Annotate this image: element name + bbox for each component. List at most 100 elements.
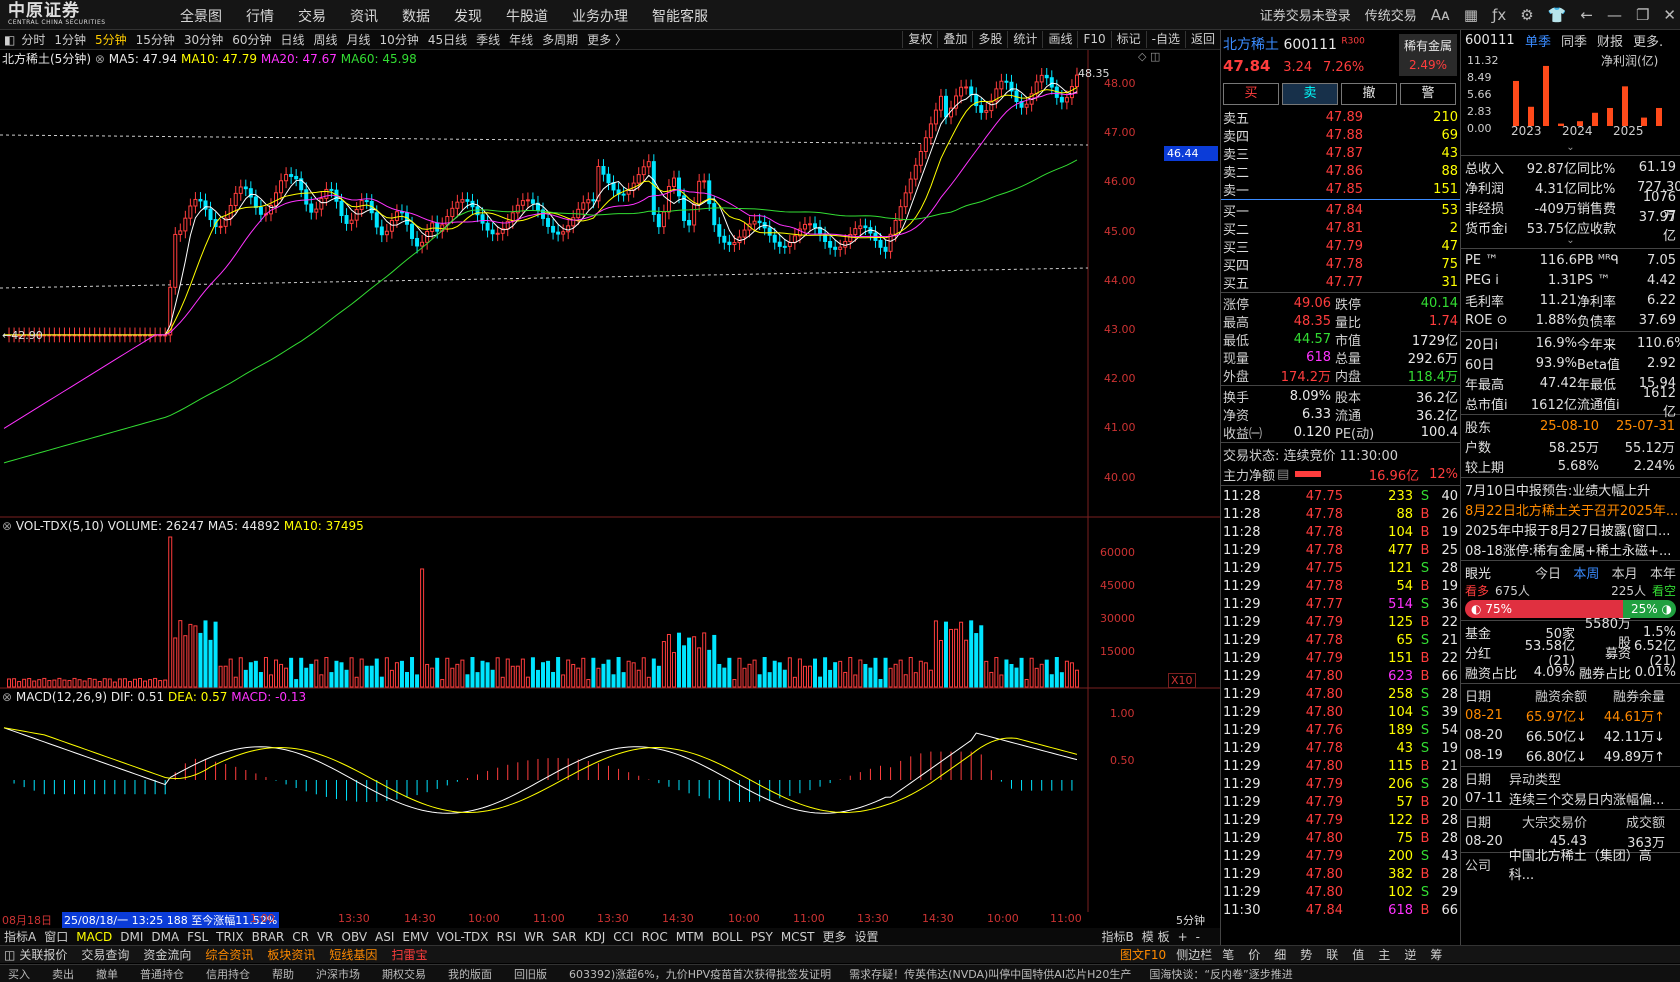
indicator-right-2[interactable]: + (1178, 930, 1188, 944)
eye-tab-0[interactable]: 今日 (1535, 563, 1561, 582)
chart-tool-2[interactable]: 多股 (972, 31, 1007, 48)
chart-tool-8[interactable]: 返回 (1184, 31, 1220, 48)
indicator-25[interactable]: 设置 (855, 928, 879, 945)
sell-button[interactable]: 卖 (1282, 83, 1338, 105)
period-tab-13[interactable]: 多周期 (542, 31, 578, 48)
indicator-14[interactable]: RSI (497, 930, 517, 944)
back-arrow-icon[interactable]: ← (1580, 6, 1593, 24)
chart-tool-7[interactable]: -自选 (1145, 31, 1185, 48)
status-item-9[interactable]: 回旧版 (514, 966, 547, 982)
chart-canvas[interactable] (0, 50, 1220, 912)
indicator-20[interactable]: MTM (676, 930, 704, 944)
indicator-8[interactable]: CR (292, 930, 309, 944)
period-tab-1[interactable]: 1分钟 (54, 31, 86, 48)
indicator-15[interactable]: WR (524, 930, 544, 944)
side-tab-9[interactable]: 逆 (1404, 946, 1416, 963)
sentiment-bar[interactable]: ◐ 75% 25% ◑ (1465, 600, 1676, 618)
info-tab-2[interactable]: 财报 (1597, 31, 1623, 50)
table-row[interactable]: 08-19 66.80亿↓ 49.89万↑ (1461, 745, 1680, 765)
bids-row[interactable]: 买四 47.78 75 (1221, 255, 1460, 274)
indicator-right-3[interactable]: - (1196, 930, 1200, 944)
status-item-0[interactable]: 买入 (8, 966, 30, 982)
chart-tool-6[interactable]: 标记 (1110, 31, 1146, 48)
period-tab-5[interactable]: 60分钟 (232, 31, 271, 48)
menu-item-3[interactable]: 资讯 (350, 6, 378, 26)
status-item-11[interactable]: 需求存疑！传英伟达(NVDA)叫停中国特供AI芯片H20生产 (849, 966, 1131, 982)
side-tab-6[interactable]: 联 (1326, 946, 1338, 963)
bottom-tab-0[interactable]: 关联报价 (19, 946, 67, 963)
status-item-2[interactable]: 撤单 (96, 966, 118, 982)
indicator-2[interactable]: MACD (76, 930, 112, 944)
indicator-9[interactable]: VR (317, 930, 334, 944)
sector-box[interactable]: 稀有金属 2.49% (1399, 34, 1457, 76)
bottom-tab-4[interactable]: 板块资讯 (267, 946, 315, 963)
indicator-17[interactable]: KDJ (585, 930, 606, 944)
classic-trade-link[interactable]: 传统交易 (1365, 5, 1417, 24)
close-indicator-icon[interactable]: ⊗ (95, 52, 105, 66)
period-tab-7[interactable]: 周线 (314, 31, 338, 48)
table-row[interactable]: 07-11 连续三个交易日内涨幅偏... (1461, 788, 1680, 808)
indicator-19[interactable]: ROC (642, 930, 668, 944)
side-tab-5[interactable]: 势 (1300, 946, 1312, 963)
bottom-tab-6[interactable]: 扫雷宝 (391, 946, 427, 963)
menu-item-8[interactable]: 智能客服 (652, 6, 708, 26)
info-tab-0[interactable]: 单季 (1525, 31, 1551, 50)
side-tab-2[interactable]: 笔 (1222, 946, 1234, 963)
minimize-icon[interactable]: — (1607, 6, 1622, 24)
status-item-10[interactable]: 603392)涨超6%，九价HPV疫苗首次获得批签发证明 (569, 966, 831, 982)
bids-row[interactable]: 买三 47.79 47 (1221, 237, 1460, 256)
status-item-1[interactable]: 卖出 (52, 966, 74, 982)
indicator-7[interactable]: BRAR (252, 930, 285, 944)
indicator-12[interactable]: EMV (402, 930, 428, 944)
company-row[interactable]: 公司 中国北方稀土（集团）高科... (1461, 849, 1680, 883)
indicator-13[interactable]: VOL-TDX (437, 930, 489, 944)
indicator-18[interactable]: CCI (613, 930, 633, 944)
status-item-7[interactable]: 期权交易 (382, 966, 426, 982)
status-item-5[interactable]: 帮助 (272, 966, 294, 982)
status-item-4[interactable]: 信用持仓 (206, 966, 250, 982)
indicator-0[interactable]: 指标A (4, 928, 36, 945)
news-item-3[interactable]: 08-18涨停:稀有金属+稀土永磁+... (1461, 539, 1680, 559)
side-tab-8[interactable]: 主 (1378, 946, 1390, 963)
alert-button[interactable]: 警 (1400, 83, 1456, 105)
grid-icon[interactable]: ▦ (1464, 6, 1478, 24)
indicator-10[interactable]: OBV (342, 930, 368, 944)
indicator-11[interactable]: ASI (375, 930, 394, 944)
period-tab-12[interactable]: 年线 (509, 31, 533, 48)
asks-row[interactable]: 卖四 47.88 69 (1221, 126, 1460, 145)
info-tab-3[interactable]: 更多. (1633, 31, 1663, 50)
status-item-8[interactable]: 我的版面 (448, 966, 492, 982)
asks-row[interactable]: 卖五 47.89 210 (1221, 108, 1460, 127)
chart-tool-4[interactable]: 画线 (1042, 31, 1077, 48)
side-tab-3[interactable]: 价 (1248, 946, 1260, 963)
indicator-23[interactable]: MCST (781, 930, 815, 944)
flow-toggle-icon[interactable]: ▤ (1277, 467, 1289, 482)
chart-tool-3[interactable]: 统计 (1007, 31, 1042, 48)
menu-item-2[interactable]: 交易 (298, 6, 326, 26)
indicator-6[interactable]: TRIX (216, 930, 243, 944)
period-tab-8[interactable]: 月线 (347, 31, 371, 48)
chart-tool-1[interactable]: 叠加 (937, 31, 972, 48)
formula-icon[interactable]: ƒx (1492, 6, 1506, 24)
period-tab-9[interactable]: 10分钟 (380, 31, 419, 48)
font-size-icon[interactable]: Aᴀ (1431, 6, 1450, 24)
indicator-3[interactable]: DMI (120, 930, 143, 944)
period-tab-11[interactable]: 季线 (476, 31, 500, 48)
bottom-tab-5[interactable]: 短线基因 (329, 946, 377, 963)
volume-close-icon[interactable]: ⊗ (2, 519, 12, 533)
asks-row[interactable]: 卖一 47.85 151 (1221, 180, 1460, 199)
eye-tab-2[interactable]: 本月 (1612, 563, 1638, 582)
side-tab-7[interactable]: 值 (1352, 946, 1364, 963)
panel-toggle-icon[interactable]: ◧ (4, 33, 15, 47)
period-tab-14[interactable]: 更多 〉 (587, 31, 627, 48)
bottom-tab-3[interactable]: 综合资讯 (205, 946, 253, 963)
indicator-1[interactable]: 窗口 (44, 928, 68, 945)
chart-tool-5[interactable]: F10 (1077, 31, 1110, 48)
indicator-4[interactable]: DMA (151, 930, 179, 944)
period-tab-2[interactable]: 5分钟 (95, 31, 127, 48)
period-tab-4[interactable]: 30分钟 (184, 31, 223, 48)
asks-row[interactable]: 卖二 47.86 88 (1221, 162, 1460, 181)
period-tab-3[interactable]: 15分钟 (136, 31, 175, 48)
side-tab-1[interactable]: 侧边栏 (1176, 946, 1212, 963)
news-item-2[interactable]: 2025年中报于8月27日披露(窗口... (1461, 519, 1680, 539)
